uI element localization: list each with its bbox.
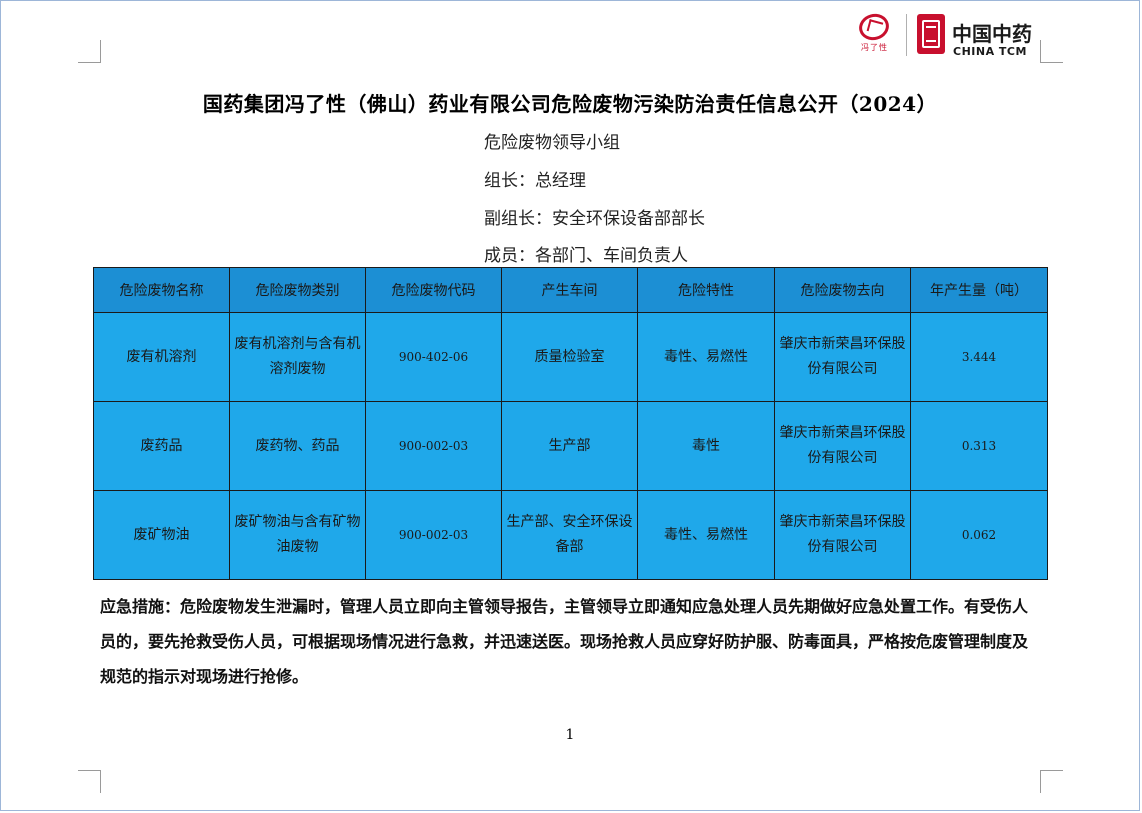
hazardous-waste-table: 危险废物名称 危险废物类别 危险废物代码 产生车间 危险特性 危险废物去向 年产… [93, 267, 1048, 580]
group-heading: 危险废物领导小组 [484, 133, 620, 153]
crop-mark-bottom-left [78, 770, 101, 793]
china-tcm-cn-name: 中国中药 [952, 22, 1032, 46]
workshop-cell: 生产部、安全环保设备部 [501, 490, 638, 580]
header-cell: 危险特性 [637, 267, 775, 313]
header-cell: 危险废物去向 [774, 267, 911, 313]
header-logos: 冯了性 中国中药 CHINA TCM [855, 10, 1035, 58]
document-title: 国药集团冯了性（佛山）药业有限公司危险废物污染防治责任信息公开（2024） [202, 92, 938, 116]
waste-name-cell: 废矿物油 [93, 490, 230, 580]
waste-name-cell: 废药品 [93, 401, 230, 491]
page-number: 1 [565, 727, 575, 743]
annual-amount-cell: 0.062 [910, 490, 1048, 580]
table-header-row: 危险废物名称 危险废物类别 危险废物代码 产生车间 危险特性 危险废物去向 年产… [93, 267, 1048, 313]
header-cell: 危险废物名称 [93, 267, 230, 313]
crop-mark-top-left [78, 40, 101, 63]
workshop-cell: 质量检验室 [501, 312, 638, 402]
waste-code-cell: 900-002-03 [365, 490, 502, 580]
header-cell: 危险废物代码 [365, 267, 502, 313]
table-row: 废矿物油 废矿物油与含有矿物油废物 900-002-03 生产部、安全环保设备部… [93, 490, 1048, 580]
waste-code-cell: 900-002-03 [365, 401, 502, 491]
company-seal-text: 冯了性 [861, 43, 888, 52]
waste-category-cell: 废矿物油与含有矿物油废物 [229, 490, 366, 580]
waste-code-cell: 900-402-06 [365, 312, 502, 402]
header-cell: 产生车间 [501, 267, 638, 313]
waste-name-cell: 废有机溶剂 [93, 312, 230, 402]
emergency-measures-paragraph: 应急措施：危险废物发生泄漏时，管理人员立即向主管领导报告，主管领导立即通知应急处… [100, 597, 1029, 686]
group-leader: 组长：总经理 [484, 171, 586, 191]
table-row: 废有机溶剂 废有机溶剂与含有机溶剂废物 900-402-06 质量检验室 毒性、… [93, 312, 1048, 402]
crop-mark-bottom-right [1040, 770, 1063, 793]
destination-cell: 肇庆市新荣昌环保股份有限公司 [774, 312, 911, 402]
china-tcm-emblem-icon [917, 14, 945, 54]
china-tcm-en-name: CHINA TCM [953, 45, 1027, 58]
annual-amount-cell: 0.313 [910, 401, 1048, 491]
crop-mark-top-right [1040, 40, 1063, 63]
waste-category-cell: 废有机溶剂与含有机溶剂废物 [229, 312, 366, 402]
header-cell: 危险废物类别 [229, 267, 366, 313]
table-row: 废药品 废药物、药品 900-002-03 生产部 毒性 肇庆市新荣昌环保股份有… [93, 401, 1048, 491]
annual-amount-cell: 3.444 [910, 312, 1048, 402]
destination-cell: 肇庆市新荣昌环保股份有限公司 [774, 490, 911, 580]
hazard-property-cell: 毒性 [637, 401, 775, 491]
group-members: 成员：各部门、车间负责人 [484, 246, 688, 266]
destination-cell: 肇庆市新荣昌环保股份有限公司 [774, 401, 911, 491]
group-deputy: 副组长：安全环保设备部部长 [484, 209, 705, 229]
company-seal-logo [856, 10, 892, 44]
hazard-property-cell: 毒性、易燃性 [637, 490, 775, 580]
workshop-cell: 生产部 [501, 401, 638, 491]
header-cell: 年产生量（吨） [910, 267, 1048, 313]
hazard-property-cell: 毒性、易燃性 [637, 312, 775, 402]
logo-divider [906, 14, 907, 56]
waste-category-cell: 废药物、药品 [229, 401, 366, 491]
